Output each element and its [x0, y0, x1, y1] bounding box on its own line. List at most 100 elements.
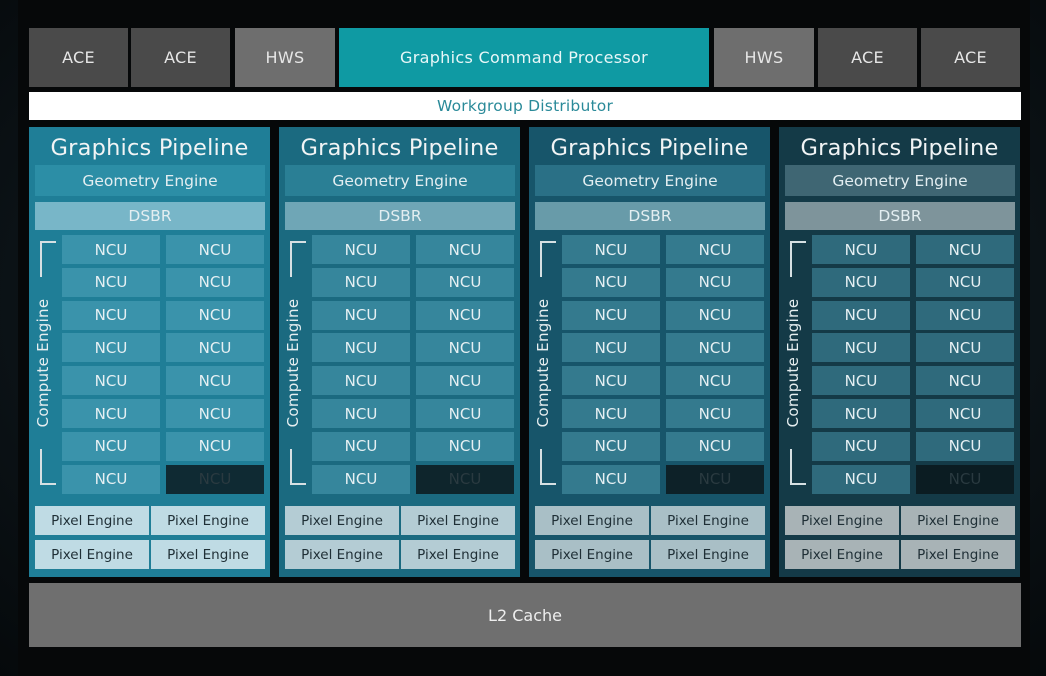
ncu-unit: NCU	[416, 267, 514, 297]
ncu-unit-disabled: NCU	[166, 464, 264, 494]
ncu-unit: NCU	[562, 464, 660, 494]
ncu-unit: NCU	[562, 431, 660, 461]
ncu-unit: NCU	[916, 333, 1014, 363]
ncu-unit: NCU	[312, 267, 410, 297]
pixel-engine: Pixel Engine	[785, 540, 899, 569]
ace-block: ACE	[29, 28, 128, 87]
l2-cache: L2 Cache	[29, 583, 1021, 647]
compute-engine-label: Compute Engine	[534, 298, 552, 428]
ncu-unit: NCU	[562, 399, 660, 428]
dsbr: DSBR	[35, 202, 265, 230]
pixel-engine: Pixel Engine	[285, 506, 399, 535]
ncu-unit: NCU	[812, 333, 910, 363]
pipeline-title: Graphics Pipeline	[800, 135, 999, 161]
graphics-pipeline: Graphics Pipeline Geometry Engine DSBR Comp…	[279, 127, 520, 577]
compute-engine-bracket-bottom	[290, 449, 306, 485]
ncu-unit: NCU	[312, 366, 410, 396]
gpu-block-diagram: ACE ACE HWS Graphics Command Processor HWS AC…	[0, 0, 1046, 676]
pixel-engine: Pixel Engine	[651, 506, 765, 535]
ncu-unit: NCU	[916, 300, 1014, 330]
pipeline-title: Graphics Pipeline	[300, 135, 499, 161]
ncu-unit: NCU	[312, 431, 410, 461]
compute-engine-label: Compute Engine	[284, 298, 302, 428]
ncu-unit: NCU	[916, 267, 1014, 297]
ncu-unit: NCU	[312, 235, 410, 264]
ncu-unit: NCU	[166, 235, 264, 264]
ncu-unit: NCU	[416, 399, 514, 428]
ncu-unit: NCU	[812, 366, 910, 396]
ncu-unit: NCU	[562, 267, 660, 297]
pixel-engine: Pixel Engine	[651, 540, 765, 569]
pipeline-title: Graphics Pipeline	[550, 135, 749, 161]
ncu-unit: NCU	[312, 333, 410, 363]
geometry-engine: Geometry Engine	[785, 165, 1015, 196]
compute-engine-bracket-bottom	[790, 449, 806, 485]
ncu-unit: NCU	[812, 399, 910, 428]
ncu-unit: NCU	[812, 464, 910, 494]
pixel-engine: Pixel Engine	[35, 506, 149, 535]
pixel-engine: Pixel Engine	[401, 506, 515, 535]
ncu-unit: NCU	[312, 399, 410, 428]
ncu-unit: NCU	[666, 300, 764, 330]
hws-block: HWS	[235, 28, 335, 87]
compute-engine-bracket-top	[790, 241, 806, 277]
geometry-engine: Geometry Engine	[35, 165, 265, 196]
ace-block: ACE	[921, 28, 1020, 87]
hws-block: HWS	[714, 28, 814, 87]
ncu-unit: NCU	[312, 464, 410, 494]
command-row: ACE ACE HWS Graphics Command Processor HWS AC…	[29, 28, 1021, 87]
ncu-unit-disabled: NCU	[416, 464, 514, 494]
graphics-pipeline: Graphics Pipeline Geometry Engine DSBR Comp…	[779, 127, 1020, 577]
pixel-engine: Pixel Engine	[151, 540, 265, 569]
ace-block: ACE	[818, 28, 917, 87]
ncu-unit: NCU	[666, 333, 764, 363]
geometry-engine: Geometry Engine	[285, 165, 515, 196]
graphics-pipeline: Graphics Pipeline Geometry Engine DSBR Comp…	[29, 127, 270, 577]
ncu-unit: NCU	[166, 399, 264, 428]
ncu-unit: NCU	[666, 366, 764, 396]
ncu-unit: NCU	[166, 333, 264, 363]
pixel-engine: Pixel Engine	[901, 540, 1015, 569]
compute-engine-bracket-bottom	[40, 449, 56, 485]
pixel-engine: Pixel Engine	[401, 540, 515, 569]
ncu-unit: NCU	[416, 366, 514, 396]
pixel-engine: Pixel Engine	[35, 540, 149, 569]
pixel-engine: Pixel Engine	[901, 506, 1015, 535]
dsbr: DSBR	[535, 202, 765, 230]
pipeline-title: Graphics Pipeline	[50, 135, 249, 161]
dsbr: DSBR	[785, 202, 1015, 230]
ncu-unit: NCU	[62, 267, 160, 297]
ncu-unit: NCU	[916, 399, 1014, 428]
ncu-unit: NCU	[312, 300, 410, 330]
ncu-unit: NCU	[666, 235, 764, 264]
ncu-unit: NCU	[562, 300, 660, 330]
pixel-engine: Pixel Engine	[285, 540, 399, 569]
ncu-unit: NCU	[812, 431, 910, 461]
ncu-unit: NCU	[62, 235, 160, 264]
ncu-unit: NCU	[666, 431, 764, 461]
ncu-unit: NCU	[916, 235, 1014, 264]
pixel-engine: Pixel Engine	[535, 540, 649, 569]
ncu-unit: NCU	[416, 431, 514, 461]
pixel-engine: Pixel Engine	[151, 506, 265, 535]
ncu-unit: NCU	[666, 399, 764, 428]
ncu-unit: NCU	[62, 366, 160, 396]
geometry-engine: Geometry Engine	[535, 165, 765, 196]
ncu-unit: NCU	[166, 267, 264, 297]
ncu-unit: NCU	[916, 431, 1014, 461]
ncu-unit: NCU	[62, 333, 160, 363]
ncu-unit: NCU	[62, 464, 160, 494]
ncu-unit: NCU	[166, 300, 264, 330]
compute-engine-bracket-top	[540, 241, 556, 277]
pixel-engine: Pixel Engine	[785, 506, 899, 535]
ncu-unit: NCU	[166, 431, 264, 461]
ncu-unit: NCU	[666, 267, 764, 297]
compute-engine-label: Compute Engine	[34, 298, 52, 428]
ace-block: ACE	[131, 28, 230, 87]
ncu-unit: NCU	[812, 235, 910, 264]
ncu-unit: NCU	[416, 333, 514, 363]
dsbr: DSBR	[285, 202, 515, 230]
ncu-unit: NCU	[812, 267, 910, 297]
ncu-unit-disabled: NCU	[666, 464, 764, 494]
ncu-unit: NCU	[166, 366, 264, 396]
